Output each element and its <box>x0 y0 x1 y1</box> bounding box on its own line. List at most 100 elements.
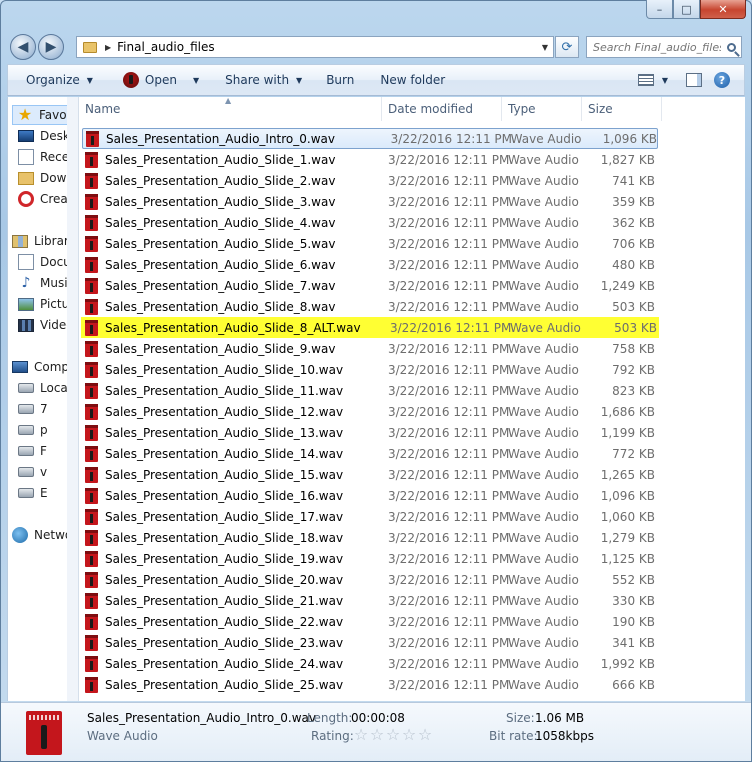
preview-pane-icon[interactable] <box>686 73 702 87</box>
file-name-cell[interactable]: Sales_Presentation_Audio_Slide_7.wav <box>79 277 382 294</box>
file-name-cell[interactable]: Sales_Presentation_Audio_Slide_16.wav <box>79 487 382 504</box>
file-row[interactable]: Sales_Presentation_Audio_Slide_3.wav 3/22… <box>79 191 745 212</box>
file-name-cell[interactable]: Sales_Presentation_Audio_Slide_5.wav <box>79 235 382 252</box>
file-row[interactable]: Sales_Presentation_Audio_Slide_23.wav 3/2… <box>79 632 745 653</box>
file-row[interactable]: Sales_Presentation_Audio_Slide_24.wav 3/2… <box>79 653 745 674</box>
file-row[interactable]: Sales_Presentation_Audio_Slide_11.wav 3/2… <box>79 380 745 401</box>
file-name-cell[interactable]: Sales_Presentation_Audio_Slide_6.wav <box>79 256 382 273</box>
nav-drive[interactable]: 7 <box>18 399 48 419</box>
file-name-cell[interactable]: Sales_Presentation_Audio_Slide_8_ALT.wav <box>81 319 384 336</box>
file-row[interactable]: Sales_Presentation_Audio_Slide_20.wav 3/2… <box>79 569 745 590</box>
file-name-cell[interactable]: Sales_Presentation_Audio_Slide_8.wav <box>79 298 382 315</box>
close-button[interactable]: ✕ <box>700 0 746 19</box>
nav-pictures[interactable]: Pictures <box>18 294 67 314</box>
change-view-icon[interactable] <box>637 74 654 86</box>
address-bar[interactable]: ▶ Final_audio_files ▼ <box>76 36 554 58</box>
file-name-cell[interactable]: Sales_Presentation_Audio_Slide_21.wav <box>79 592 382 609</box>
file-name-cell[interactable]: Sales_Presentation_Audio_Intro_0.wav <box>83 130 385 147</box>
nav-drive[interactable]: p <box>18 420 48 440</box>
address-dropdown-icon[interactable]: ▼ <box>537 43 553 52</box>
refresh-button[interactable]: ⟳ <box>555 36 579 58</box>
column-header-type[interactable]: Type <box>502 97 582 121</box>
star-icon[interactable]: ☆ <box>353 727 369 743</box>
nav-drive[interactable]: v <box>18 462 47 482</box>
chevron-down-icon[interactable]: ▼ <box>662 76 668 85</box>
file-row[interactable]: Sales_Presentation_Audio_Slide_17.wav 3/2… <box>79 506 745 527</box>
file-name-cell[interactable]: Sales_Presentation_Audio_Slide_9.wav <box>79 340 382 357</box>
file-name-cell[interactable]: Sales_Presentation_Audio_Slide_19.wav <box>79 550 382 567</box>
forward-button[interactable]: ▶ <box>38 34 64 60</box>
search-icon[interactable] <box>721 42 741 52</box>
file-name-cell[interactable]: Sales_Presentation_Audio_Slide_25.wav <box>79 676 382 693</box>
file-name-cell[interactable]: Sales_Presentation_Audio_Slide_20.wav <box>79 571 382 588</box>
file-name-cell[interactable]: Sales_Presentation_Audio_Slide_23.wav <box>79 634 382 651</box>
nav-music[interactable]: ♪ Music <box>18 273 67 293</box>
nav-documents[interactable]: Documents <box>18 252 67 272</box>
burn-button[interactable]: Burn <box>310 65 362 95</box>
help-icon[interactable]: ? <box>714 72 730 88</box>
new-folder-button[interactable]: New folder <box>362 65 453 95</box>
file-row[interactable]: Sales_Presentation_Audio_Slide_4.wav 3/22… <box>79 212 745 233</box>
nav-downloads[interactable]: Downloads <box>18 168 67 188</box>
breadcrumb-current-folder[interactable]: Final_audio_files <box>117 40 537 54</box>
file-name-cell[interactable]: Sales_Presentation_Audio_Slide_1.wav <box>79 151 382 168</box>
file-row[interactable]: Sales_Presentation_Audio_Slide_1.wav 3/22… <box>79 149 745 170</box>
nav-recent-places[interactable]: Recent Places <box>18 147 67 167</box>
nav-network[interactable]: Network <box>12 525 67 545</box>
column-header-size[interactable]: Size <box>582 97 662 121</box>
minimize-button[interactable]: – <box>646 0 673 19</box>
file-row[interactable]: Sales_Presentation_Audio_Slide_18.wav 3/2… <box>79 527 745 548</box>
file-name-cell[interactable]: Sales_Presentation_Audio_Slide_2.wav <box>79 172 382 189</box>
star-icon[interactable]: ☆ <box>401 727 417 743</box>
column-header-name[interactable]: ▲ Name <box>79 97 382 121</box>
nav-desktop[interactable]: Desktop <box>18 126 67 146</box>
file-name-cell[interactable]: Sales_Presentation_Audio_Slide_15.wav <box>79 466 382 483</box>
file-row[interactable]: Sales_Presentation_Audio_Slide_2.wav 3/22… <box>79 170 745 191</box>
file-name-cell[interactable]: Sales_Presentation_Audio_Slide_13.wav <box>79 424 382 441</box>
file-name-cell[interactable]: Sales_Presentation_Audio_Slide_24.wav <box>79 655 382 672</box>
file-name-cell[interactable]: Sales_Presentation_Audio_Slide_22.wav <box>79 613 382 630</box>
file-row[interactable]: Sales_Presentation_Audio_Slide_16.wav 3/2… <box>79 485 745 506</box>
file-row[interactable]: Sales_Presentation_Audio_Slide_13.wav 3/2… <box>79 422 745 443</box>
file-row[interactable]: Sales_Presentation_Audio_Slide_6.wav 3/22… <box>79 254 745 275</box>
organize-menu[interactable]: Organize ▼ <box>8 65 101 95</box>
breadcrumb-chevron-icon[interactable]: ▶ <box>105 43 111 52</box>
file-row[interactable]: Sales_Presentation_Audio_Slide_12.wav 3/2… <box>79 401 745 422</box>
nav-computer[interactable]: Computer <box>12 357 67 377</box>
star-icon[interactable]: ☆ <box>369 727 385 743</box>
star-icon[interactable]: ☆ <box>385 727 401 743</box>
maximize-button[interactable]: □ <box>673 0 700 19</box>
nav-videos[interactable]: Videos <box>18 315 67 335</box>
file-row[interactable]: Sales_Presentation_Audio_Slide_8.wav 3/22… <box>79 296 745 317</box>
share-with-menu[interactable]: Share with ▼ <box>207 65 310 95</box>
back-button[interactable]: ◀ <box>10 34 36 60</box>
search-input[interactable] <box>587 40 721 54</box>
nav-drive[interactable]: E <box>18 483 48 503</box>
nav-creative-cloud[interactable]: Creative Cloud Files <box>18 189 67 209</box>
file-row[interactable]: Sales_Presentation_Audio_Slide_25.wav 3/2… <box>79 674 745 695</box>
file-name-cell[interactable]: Sales_Presentation_Audio_Slide_11.wav <box>79 382 382 399</box>
file-row[interactable]: Sales_Presentation_Audio_Slide_19.wav 3/2… <box>79 548 745 569</box>
nav-local-disk[interactable]: Local Disk <box>18 378 67 398</box>
file-name-cell[interactable]: Sales_Presentation_Audio_Slide_18.wav <box>79 529 382 546</box>
file-row[interactable]: Sales_Presentation_Audio_Slide_10.wav 3/2… <box>79 359 745 380</box>
file-row[interactable]: Sales_Presentation_Audio_Slide_21.wav 3/2… <box>79 590 745 611</box>
file-name-cell[interactable]: Sales_Presentation_Audio_Slide_10.wav <box>79 361 382 378</box>
file-name-cell[interactable]: Sales_Presentation_Audio_Slide_17.wav <box>79 508 382 525</box>
search-box[interactable] <box>586 36 742 58</box>
column-header-date[interactable]: Date modified <box>382 97 502 121</box>
nav-drive[interactable]: F <box>18 441 47 461</box>
file-name-cell[interactable]: Sales_Presentation_Audio_Slide_12.wav <box>79 403 382 420</box>
file-name-cell[interactable]: Sales_Presentation_Audio_Slide_4.wav <box>79 214 382 231</box>
nav-libraries[interactable]: Libraries <box>12 231 67 251</box>
rating-stars[interactable]: ☆ ☆ ☆ ☆ ☆ <box>353 727 433 743</box>
star-icon[interactable]: ☆ <box>417 727 433 743</box>
file-row[interactable]: Sales_Presentation_Audio_Slide_5.wav 3/22… <box>79 233 745 254</box>
file-row[interactable]: Sales_Presentation_Audio_Slide_15.wav 3/2… <box>79 464 745 485</box>
file-row[interactable]: Sales_Presentation_Audio_Slide_7.wav 3/22… <box>79 275 745 296</box>
file-row[interactable]: Sales_Presentation_Audio_Intro_0.wav 3/22… <box>82 128 658 149</box>
file-row[interactable]: Sales_Presentation_Audio_Slide_8_ALT.wav… <box>81 317 659 338</box>
open-button[interactable]: Open ▼ <box>101 65 207 95</box>
file-row[interactable]: Sales_Presentation_Audio_Slide_9.wav 3/22… <box>79 338 745 359</box>
file-name-cell[interactable]: Sales_Presentation_Audio_Slide_14.wav <box>79 445 382 462</box>
